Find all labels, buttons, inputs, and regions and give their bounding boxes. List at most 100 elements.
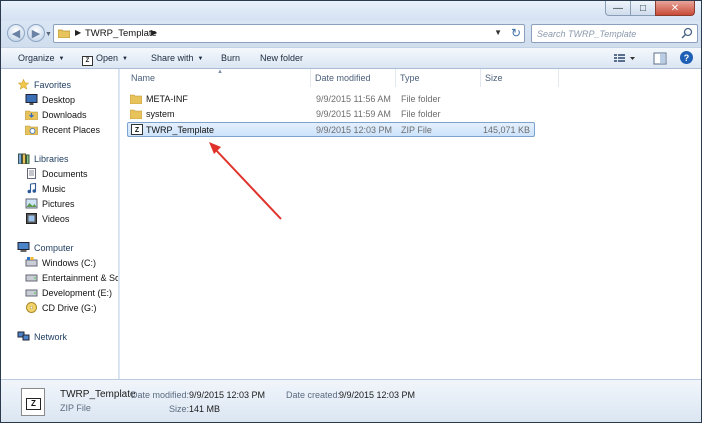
windows-drive-icon — [25, 257, 38, 267]
details-date-modified-label: Date modified: — [131, 390, 190, 400]
music-icon — [27, 183, 37, 194]
details-date-created: 9/9/2015 12:03 PM — [339, 390, 416, 400]
refresh-icon[interactable]: ↻ — [511, 26, 521, 40]
annotation-arrow — [209, 142, 282, 220]
nav-libraries-label: Libraries — [34, 153, 69, 164]
nav-computer-label: Computer — [34, 242, 74, 253]
details-size-label: Size: — [169, 404, 190, 414]
star-icon — [17, 79, 30, 90]
nav-item-pictures[interactable]: Pictures — [25, 198, 75, 209]
new-folder-button[interactable]: New folder — [260, 53, 303, 63]
nav-item-label: CD Drive (G:) — [42, 302, 97, 313]
downloads-icon — [25, 110, 38, 120]
nav-item-documents[interactable]: Documents — [25, 168, 88, 179]
nav-item-videos[interactable]: Videos — [25, 213, 69, 224]
search-icon[interactable] — [681, 27, 693, 39]
nav-item-music[interactable]: Music — [25, 183, 66, 194]
back-arrow-icon: ◀ — [11, 27, 21, 40]
nav-item-drive-c[interactable]: Windows (C:) — [25, 257, 96, 268]
nav-item-desktop[interactable]: Desktop — [25, 94, 75, 105]
open-button[interactable]: Z Open ▼ — [82, 53, 128, 66]
title-bar: — □ ✕ — [1, 1, 701, 21]
details-pane: Z TWRP_Template ZIP File Date modified: … — [1, 379, 701, 422]
help-icon[interactable]: ? — [680, 51, 693, 64]
explorer-window: — □ ✕ ◀ ▶ ▼ ▶ TWRP_Template ▶ ▼ ↻ Search… — [0, 0, 702, 423]
nav-favorites-label: Favorites — [34, 79, 72, 90]
documents-icon — [27, 168, 36, 179]
zip-badge: Z — [26, 398, 41, 410]
nav-network-label: Network — [34, 331, 68, 342]
breadcrumb-separator[interactable]: ▶ — [151, 28, 157, 37]
network-icon — [17, 331, 30, 341]
address-row: ◀ ▶ ▼ ▶ TWRP_Template ▶ ▼ ↻ Search TWRP_… — [1, 21, 701, 47]
share-with-label: Share with — [151, 53, 194, 63]
views-icon — [614, 54, 635, 62]
new-folder-label: New folder — [260, 53, 304, 63]
details-date-created-label: Date created: — [286, 390, 341, 400]
details-file-type: ZIP File — [60, 403, 91, 413]
nav-item-label: Entertainment & Sof — [42, 272, 119, 283]
nav-item-label: Documents — [42, 168, 88, 179]
libraries-icon — [18, 153, 30, 164]
nav-item-label: Pictures — [42, 198, 75, 209]
share-with-button[interactable]: Share with ▼ — [151, 53, 203, 63]
zip-file-icon: Z — [21, 388, 45, 416]
close-button[interactable]: ✕ — [655, 1, 695, 16]
computer-icon — [17, 242, 30, 252]
chevron-down-icon: ▼ — [122, 56, 128, 62]
recent-places-icon — [25, 125, 38, 135]
nav-item-drive-e[interactable]: Development (E:) — [25, 287, 112, 298]
zip-file-icon: Z — [82, 56, 93, 66]
folder-icon — [58, 29, 70, 38]
recent-pages-dropdown[interactable]: ▼ — [45, 31, 52, 38]
minimize-button[interactable]: — — [605, 1, 631, 16]
navigation-pane: Favorites Desktop Downloads Recent Place… — [1, 69, 119, 379]
nav-item-label: Videos — [42, 213, 70, 224]
organize-label: Organize — [18, 53, 55, 63]
details-date-modified: 9/9/2015 12:03 PM — [189, 390, 266, 400]
chevron-down-icon: ▼ — [197, 56, 204, 62]
burn-label: Burn — [221, 53, 241, 63]
nav-item-label: Desktop — [42, 94, 76, 105]
nav-favorites[interactable]: Favorites — [17, 79, 71, 90]
burn-button[interactable]: Burn — [221, 53, 240, 63]
nav-item-recent-places[interactable]: Recent Places — [25, 124, 100, 135]
nav-item-label: Downloads — [42, 109, 87, 120]
drive-icon — [25, 274, 38, 282]
videos-icon — [26, 213, 37, 224]
preview-pane-icon[interactable] — [653, 52, 667, 65]
change-view-button[interactable] — [613, 52, 637, 66]
caption-buttons: — □ ✕ — [605, 1, 695, 16]
breadcrumb-separator[interactable]: ▶ — [75, 28, 81, 37]
pictures-icon — [25, 198, 38, 209]
search-input[interactable]: Search TWRP_Template — [531, 24, 698, 43]
cd-drive-icon — [26, 302, 37, 313]
drive-icon — [25, 289, 38, 297]
desktop-icon — [25, 94, 38, 105]
nav-computer[interactable]: Computer — [17, 242, 74, 253]
nav-item-label: Development (E:) — [42, 287, 113, 298]
search-placeholder: Search TWRP_Template — [537, 29, 637, 39]
nav-item-label: Recent Places — [42, 124, 101, 135]
nav-libraries[interactable]: Libraries — [17, 153, 69, 164]
chevron-down-icon: ▼ — [58, 56, 65, 62]
forward-button[interactable]: ▶ — [27, 24, 45, 42]
address-bar[interactable]: ▶ TWRP_Template ▶ ▼ ↻ — [53, 24, 525, 43]
organize-button[interactable]: Organize ▼ — [18, 53, 64, 63]
breadcrumb-current[interactable]: TWRP_Template — [85, 28, 157, 39]
details-file-name: TWRP_Template — [60, 389, 136, 400]
forward-arrow-icon: ▶ — [31, 27, 41, 40]
back-button[interactable]: ◀ — [7, 24, 25, 42]
nav-item-drive-d[interactable]: Entertainment & Sof — [25, 272, 119, 283]
maximize-button[interactable]: □ — [630, 1, 656, 16]
nav-item-downloads[interactable]: Downloads — [25, 109, 87, 120]
details-size: 141 MB — [189, 404, 221, 414]
nav-network[interactable]: Network — [17, 331, 67, 342]
nav-item-cd-drive[interactable]: CD Drive (G:) — [25, 302, 97, 313]
command-bar: Organize ▼ Z Open ▼ Share with ▼ Burn New fo… — [1, 47, 701, 69]
nav-item-label: Windows (C:) — [42, 257, 97, 268]
file-list: ▲ Name Date modified Type Size META-INF … — [120, 69, 701, 379]
open-label: Open — [96, 53, 119, 63]
address-dropdown-button[interactable]: ▼ — [494, 28, 502, 37]
nav-item-label: Music — [42, 183, 66, 194]
